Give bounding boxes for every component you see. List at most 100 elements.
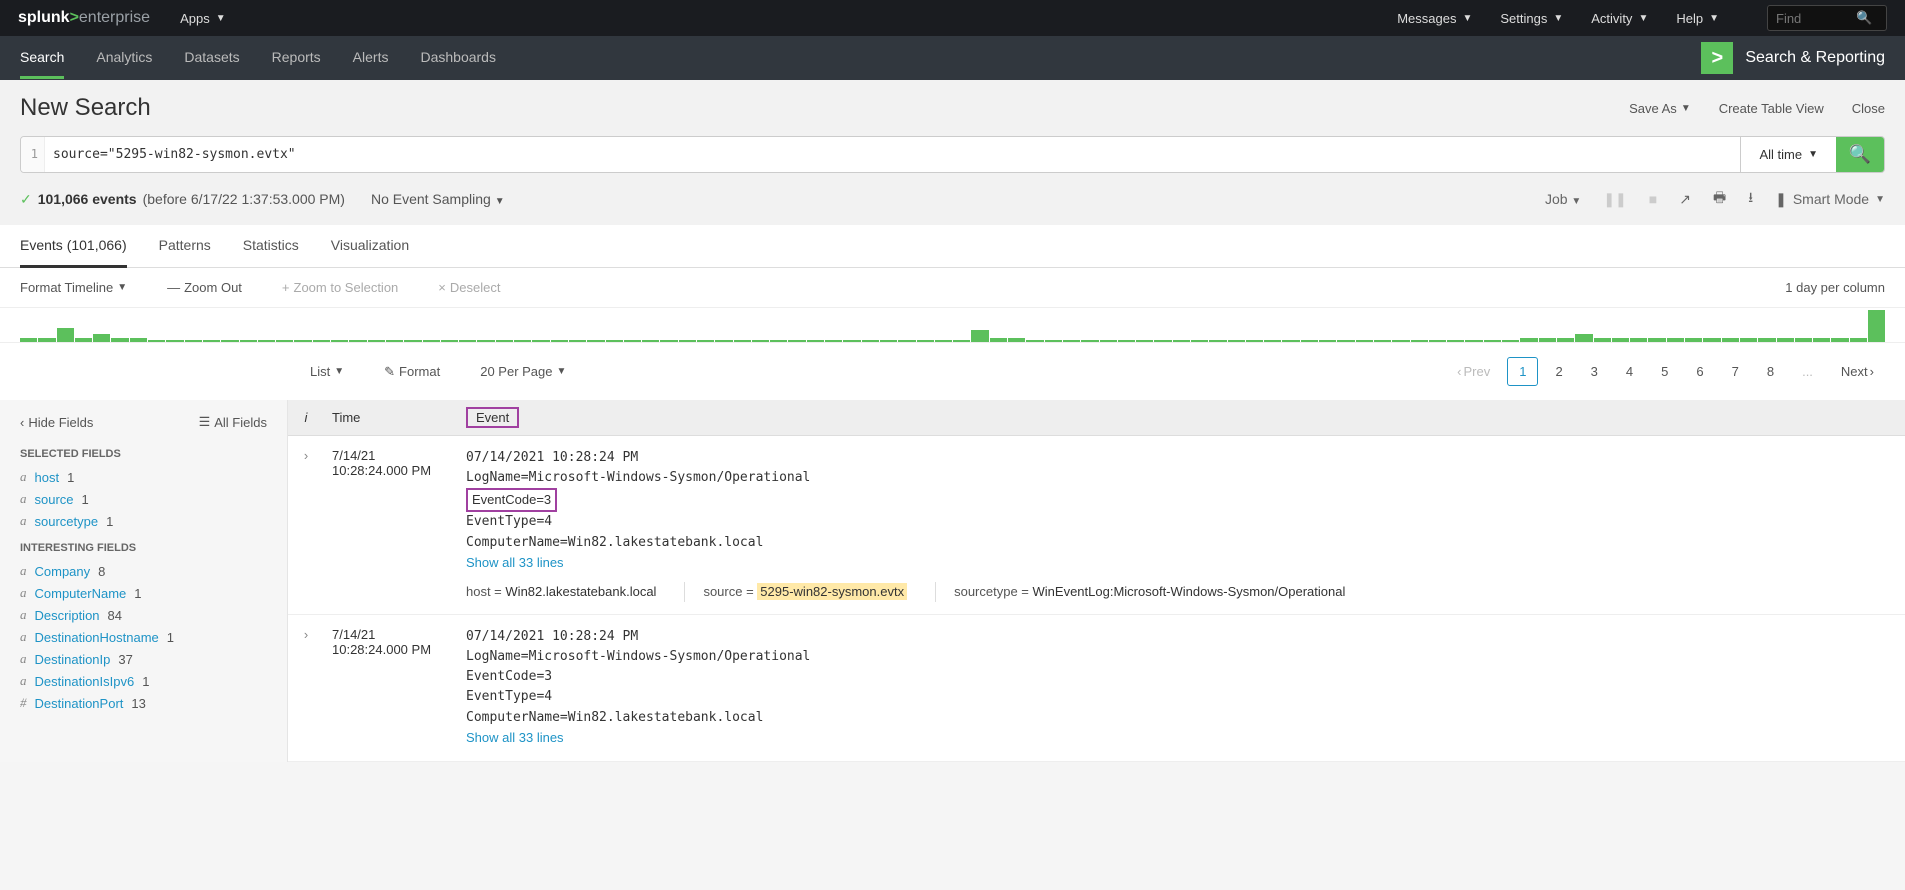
meta-host[interactable]: Win82.lakestatebank.local: [505, 584, 656, 599]
time-column-header[interactable]: Time: [324, 400, 456, 435]
field-row[interactable]: aCompany8: [20, 560, 267, 582]
timeline-bar[interactable]: [843, 340, 860, 342]
timeline-bar[interactable]: [368, 340, 385, 342]
export-icon[interactable]: ⭳: [1748, 187, 1753, 211]
timeline-bar[interactable]: [1246, 340, 1263, 342]
timeline-bar[interactable]: [441, 340, 458, 342]
timeline-bar[interactable]: [203, 340, 220, 342]
meta-source[interactable]: 5295-win82-sysmon.evtx: [757, 583, 907, 600]
search-input[interactable]: source="5295-win82-sysmon.evtx": [45, 137, 1740, 172]
timeline-bar[interactable]: [679, 340, 696, 342]
timeline-bar[interactable]: [349, 340, 366, 342]
timeline-bar[interactable]: [221, 340, 238, 342]
nav-analytics[interactable]: Analytics: [96, 38, 152, 79]
event-body[interactable]: 07/14/2021 10:28:24 PMLogName=Microsoft-…: [456, 448, 1905, 602]
timeline-bar[interactable]: [862, 340, 879, 342]
search-button[interactable]: 🔍: [1836, 137, 1884, 172]
page-2[interactable]: 2: [1544, 358, 1573, 385]
timeline-bar[interactable]: [1612, 338, 1629, 342]
zoom-out-button[interactable]: — Zoom Out: [167, 280, 242, 295]
timeline-bar[interactable]: [294, 340, 311, 342]
save-as-button[interactable]: Save As ▼: [1629, 101, 1691, 116]
timeline-bar[interactable]: [1008, 338, 1025, 342]
timeline-bar[interactable]: [1301, 340, 1318, 342]
info-column-header[interactable]: i: [288, 400, 324, 435]
timeline-chart[interactable]: [0, 307, 1905, 343]
timeline-bar[interactable]: [1795, 338, 1812, 342]
timeline-bar[interactable]: [258, 340, 275, 342]
timeline-bar[interactable]: [1648, 338, 1665, 342]
timeline-bar[interactable]: [606, 340, 623, 342]
timeline-bar[interactable]: [477, 340, 494, 342]
timeline-bar[interactable]: [1850, 338, 1867, 342]
timeline-bar[interactable]: [1520, 338, 1537, 342]
timeline-bar[interactable]: [75, 338, 92, 342]
per-page-dropdown[interactable]: 20 Per Page ▼: [480, 364, 566, 379]
field-row[interactable]: aDescription84: [20, 604, 267, 626]
timeline-bar[interactable]: [38, 338, 55, 342]
timeline-bar[interactable]: [1026, 340, 1043, 342]
timeline-bar[interactable]: [532, 340, 549, 342]
search-icon[interactable]: 🔍: [1856, 10, 1872, 26]
expand-event-icon[interactable]: ›: [288, 627, 324, 749]
timeline-bar[interactable]: [331, 340, 348, 342]
timeline-bar[interactable]: [1740, 338, 1757, 342]
stop-icon[interactable]: ■: [1649, 191, 1657, 207]
apps-menu[interactable]: Apps ▼: [180, 11, 226, 26]
timeline-bar[interactable]: [93, 334, 110, 342]
timeline-bar[interactable]: [569, 340, 586, 342]
timeline-bar[interactable]: [990, 338, 1007, 342]
timeline-bar[interactable]: [1722, 338, 1739, 342]
show-all-lines[interactable]: Show all 33 lines: [466, 730, 564, 745]
field-row[interactable]: asourcetype1: [20, 510, 267, 532]
timeline-bar[interactable]: [770, 340, 787, 342]
pause-icon[interactable]: ❚❚: [1603, 191, 1626, 208]
timeline-bar[interactable]: [1356, 340, 1373, 342]
timeline-bar[interactable]: [697, 340, 714, 342]
timeline-bar[interactable]: [20, 338, 37, 342]
timeline-bar[interactable]: [1484, 340, 1501, 342]
timeline-bar[interactable]: [423, 340, 440, 342]
timeline-bar[interactable]: [459, 340, 476, 342]
page-8[interactable]: 8: [1756, 358, 1785, 385]
timeline-bar[interactable]: [1063, 340, 1080, 342]
timeline-bar[interactable]: [1667, 338, 1684, 342]
time-range-picker[interactable]: All time ▼: [1740, 137, 1836, 172]
timeline-bar[interactable]: [1100, 340, 1117, 342]
timeline-bar[interactable]: [953, 340, 970, 342]
search-mode-dropdown[interactable]: ❚Smart Mode ▼: [1775, 191, 1885, 208]
timeline-bar[interactable]: [276, 340, 293, 342]
close-button[interactable]: Close: [1852, 101, 1885, 116]
field-name[interactable]: Description: [35, 608, 100, 623]
timeline-bar[interactable]: [1228, 340, 1245, 342]
field-name[interactable]: DestinationHostname: [35, 630, 159, 645]
activity-menu[interactable]: Activity ▼: [1591, 11, 1648, 26]
share-icon[interactable]: ↗: [1679, 191, 1691, 208]
timeline-bar[interactable]: [1575, 334, 1592, 342]
timeline-bar[interactable]: [1868, 310, 1885, 342]
timeline-bar[interactable]: [807, 340, 824, 342]
page-3[interactable]: 3: [1580, 358, 1609, 385]
find-input[interactable]: [1776, 11, 1856, 26]
create-table-view-button[interactable]: Create Table View: [1719, 101, 1824, 116]
tab-events[interactable]: Events (101,066): [20, 225, 127, 268]
timeline-bar[interactable]: [1831, 338, 1848, 342]
messages-menu[interactable]: Messages ▼: [1397, 11, 1472, 26]
tab-visualization[interactable]: Visualization: [331, 225, 409, 267]
timeline-bar[interactable]: [1557, 338, 1574, 342]
event-column-header[interactable]: Event: [456, 400, 1905, 435]
global-find[interactable]: 🔍: [1767, 5, 1887, 31]
timeline-bar[interactable]: [587, 340, 604, 342]
timeline-bar[interactable]: [1411, 340, 1428, 342]
field-name[interactable]: sourcetype: [35, 514, 99, 529]
timeline-bar[interactable]: [1685, 338, 1702, 342]
timeline-bar[interactable]: [1136, 340, 1153, 342]
timeline-bar[interactable]: [1209, 340, 1226, 342]
next-page[interactable]: Next ›: [1830, 358, 1885, 385]
field-name[interactable]: DestinationPort: [35, 696, 124, 711]
timeline-bar[interactable]: [1630, 338, 1647, 342]
timeline-bar[interactable]: [111, 338, 128, 342]
timeline-bar[interactable]: [1173, 340, 1190, 342]
timeline-bar[interactable]: [898, 340, 915, 342]
nav-dashboards[interactable]: Dashboards: [420, 38, 496, 79]
